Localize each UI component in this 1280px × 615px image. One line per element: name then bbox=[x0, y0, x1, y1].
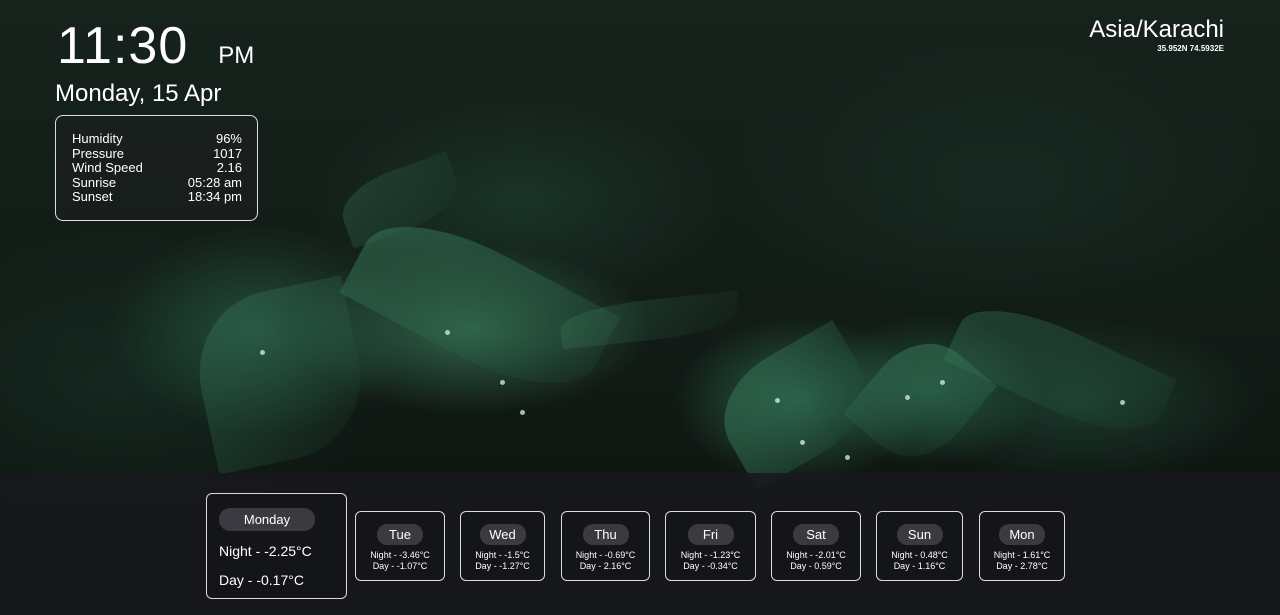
water-drop bbox=[500, 380, 505, 385]
night-temp: Night - -1.23°C bbox=[680, 550, 741, 560]
water-drop bbox=[520, 410, 525, 415]
weather-details-panel: Humidity 96% Pressure 1017 Wind Speed 2.… bbox=[55, 115, 258, 221]
leaf-shape bbox=[184, 275, 376, 475]
detail-label: Pressure bbox=[72, 145, 125, 161]
detail-value: 1017 bbox=[213, 145, 242, 161]
day-temp: Day - 2.78°C bbox=[996, 561, 1048, 571]
clock-period: PM bbox=[218, 42, 255, 69]
day-pill: Thu bbox=[582, 524, 629, 545]
day-pill: Monday bbox=[219, 508, 315, 531]
detail-wind-speed: Wind Speed 2.16 bbox=[72, 160, 242, 176]
water-drop bbox=[940, 380, 945, 385]
water-drop bbox=[1120, 400, 1125, 405]
day-temp: Day - -0.17°C bbox=[219, 572, 304, 588]
day-temp: Day - -0.34°C bbox=[683, 561, 738, 571]
night-temp: Night - -2.25°C bbox=[219, 543, 312, 559]
timezone-coords: 35.952N 74.5932E bbox=[1157, 44, 1224, 53]
detail-humidity: Humidity 96% bbox=[72, 131, 242, 147]
day-temp: Day - 0.59°C bbox=[790, 561, 842, 571]
day-temp: Day - -1.27°C bbox=[475, 561, 530, 571]
forecast-card-thu: Thu Night - -0.69°C Day - 2.16°C bbox=[561, 511, 650, 581]
night-temp: Night - -1.5°C bbox=[475, 550, 530, 560]
forecast-card-wed: Wed Night - -1.5°C Day - -1.27°C bbox=[460, 511, 545, 581]
day-pill: Tue bbox=[377, 524, 423, 545]
detail-label: Humidity bbox=[72, 131, 123, 146]
detail-label: Wind Speed bbox=[72, 160, 143, 175]
water-drop bbox=[775, 398, 780, 403]
clock-time: 11:30 bbox=[57, 17, 189, 75]
detail-value: 18:34 pm bbox=[187, 189, 242, 204]
day-pill: Mon bbox=[999, 524, 1045, 545]
timezone-name: Asia/Karachi bbox=[1089, 16, 1224, 43]
detail-sunset: Sunset 18:34 pm bbox=[72, 189, 242, 205]
water-drop bbox=[800, 440, 805, 445]
night-temp: Night - 1.61°C bbox=[993, 550, 1051, 560]
night-temp: Night - -2.01°C bbox=[786, 550, 846, 560]
day-temp: Day - 1.16°C bbox=[893, 561, 946, 571]
today-forecast-card: Monday Night - -2.25°C Day - -0.17°C bbox=[206, 493, 347, 599]
forecast-card-sun: Sun Night - 0.48°C Day - 1.16°C bbox=[876, 511, 963, 581]
day-pill: Sun bbox=[896, 524, 943, 545]
detail-sunrise: Sunrise 05:28 am bbox=[72, 174, 242, 191]
forecast-card-tue: Tue Night - -3.46°C Day - -1.07°C bbox=[355, 511, 445, 581]
detail-value: 2.16 bbox=[216, 160, 242, 175]
day-temp: Day - 2.16°C bbox=[579, 561, 632, 571]
day-pill: Wed bbox=[479, 524, 526, 545]
detail-pressure: Pressure 1017 bbox=[72, 145, 242, 162]
leaf-shape bbox=[943, 287, 1177, 453]
forecast-card-fri: Fri Night - -1.23°C Day - -0.34°C bbox=[665, 511, 756, 581]
water-drop bbox=[260, 350, 265, 355]
forecast-card-mon: Mon Night - 1.61°C Day - 2.78°C bbox=[979, 511, 1065, 581]
forecast-card-sat: Sat Night - -2.01°C Day - 0.59°C bbox=[771, 511, 861, 581]
water-drop bbox=[445, 330, 450, 335]
water-drop bbox=[845, 455, 850, 460]
night-temp: Night - -3.46°C bbox=[370, 550, 430, 560]
water-drop bbox=[905, 395, 910, 400]
night-temp: Night - -0.69°C bbox=[575, 550, 636, 560]
detail-value: 96% bbox=[215, 131, 242, 146]
current-date: Monday, 15 Apr bbox=[55, 80, 222, 107]
detail-label: Sunset bbox=[72, 189, 113, 204]
night-temp: Night - 0.48°C bbox=[891, 550, 948, 560]
day-pill: Sat bbox=[793, 524, 839, 545]
day-pill: Fri bbox=[687, 524, 734, 545]
detail-label: Sunrise bbox=[72, 174, 117, 190]
timezone-info: Asia/Karachi 35.952N 74.5932E bbox=[1089, 16, 1224, 54]
clock: 11:30 PM bbox=[57, 20, 254, 72]
detail-value: 05:28 am bbox=[187, 174, 242, 190]
day-temp: Day - -1.07°C bbox=[372, 561, 428, 571]
